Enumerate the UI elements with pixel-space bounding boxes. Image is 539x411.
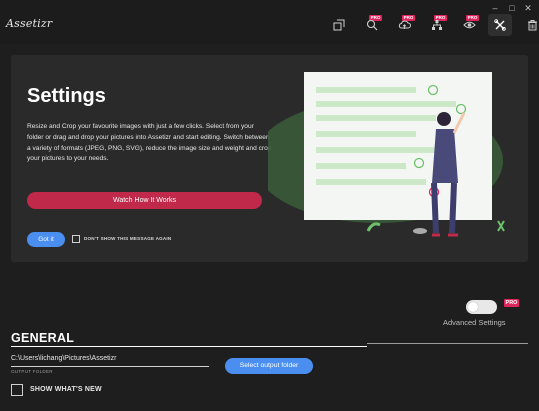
- divider-right: [367, 343, 528, 344]
- close-button[interactable]: ✕: [521, 3, 535, 13]
- search-optimize-icon[interactable]: [364, 17, 380, 33]
- dont-show-label: DON'T SHOW THIS MESSAGE AGAIN: [84, 236, 172, 241]
- toggle-knob: [468, 302, 478, 312]
- hierarchy-icon[interactable]: [429, 17, 445, 33]
- select-output-folder-button[interactable]: Select output folder: [225, 358, 313, 374]
- output-folder-field[interactable]: C:\Users\lichang\Pictures\Assetizr: [11, 355, 116, 362]
- resize-icon[interactable]: [331, 17, 347, 33]
- show-whats-new-label: SHOW WHAT'S NEW: [30, 386, 102, 393]
- trash-icon[interactable]: [524, 17, 539, 33]
- watermark-eye-icon[interactable]: [461, 17, 477, 33]
- watch-how-it-works-button[interactable]: Watch How It Works: [27, 192, 262, 209]
- minimize-button[interactable]: –: [488, 3, 502, 13]
- advanced-settings-label: Advanced Settings: [443, 318, 506, 327]
- settings-title: Settings: [27, 85, 106, 107]
- general-section-title: GENERAL: [11, 331, 75, 345]
- show-whats-new-checkbox[interactable]: [11, 384, 23, 396]
- advanced-settings-toggle[interactable]: [466, 300, 497, 314]
- cloud-upload-icon[interactable]: [396, 17, 412, 33]
- settings-illustration: [268, 72, 505, 237]
- output-folder-underline: [11, 366, 209, 367]
- title-bar: Assetizr – □ ✕ PRO PRO PRO PRO: [0, 0, 539, 44]
- settings-welcome-card: Settings Resize and Crop your favourite …: [11, 55, 528, 262]
- got-it-button[interactable]: Got it: [27, 232, 65, 247]
- pro-badge-advanced: PRO: [504, 299, 519, 307]
- dont-show-checkbox[interactable]: [72, 235, 80, 243]
- settings-description: Resize and Crop your favourite images wi…: [27, 123, 272, 163]
- tools-icon[interactable]: [492, 17, 508, 33]
- output-folder-caption: OUTPUT FOLDER: [11, 369, 53, 374]
- maximize-button[interactable]: □: [505, 3, 519, 13]
- general-divider: [11, 346, 367, 347]
- app-logo: Assetizr: [6, 17, 53, 30]
